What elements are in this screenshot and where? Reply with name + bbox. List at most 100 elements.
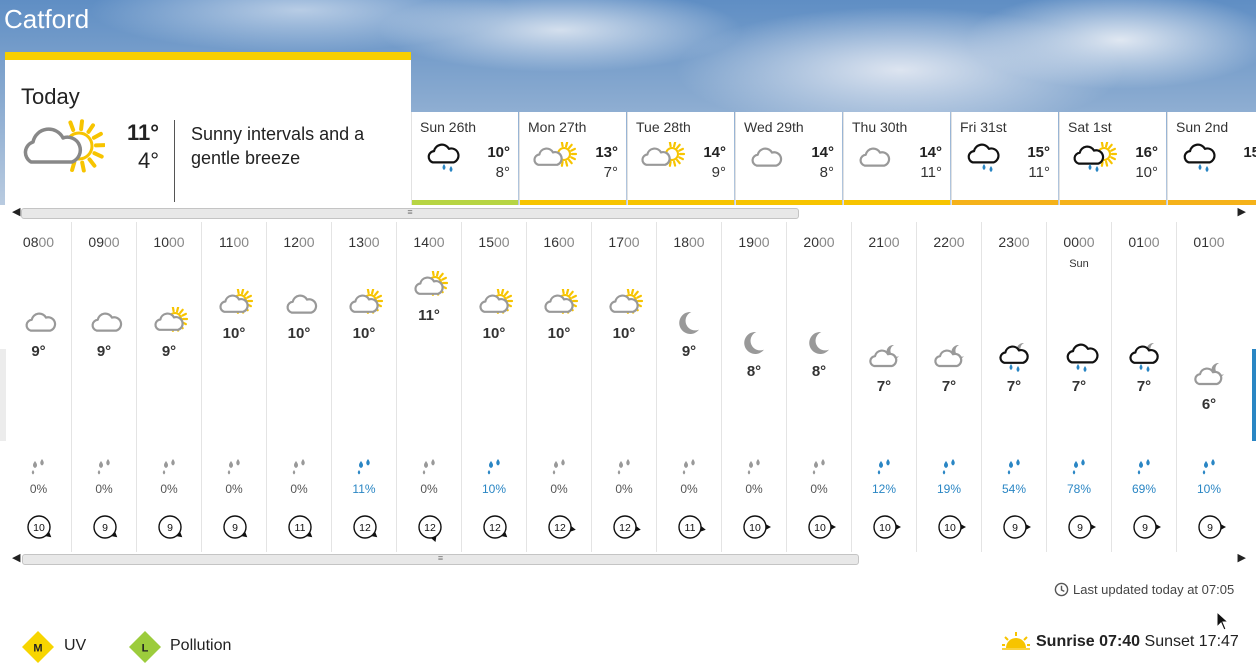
scroll-left-icon[interactable]: ◀ bbox=[12, 205, 20, 218]
svg-text:9: 9 bbox=[1207, 522, 1213, 534]
hour-time-hour: 12 bbox=[283, 234, 299, 250]
mouse-cursor-icon bbox=[1216, 611, 1230, 631]
day-tab[interactable]: Wed 29th 14° 8° bbox=[735, 112, 842, 205]
hour-time: 0900 bbox=[72, 234, 136, 250]
hour-column[interactable]: 2300 7° 54% 9 bbox=[981, 222, 1046, 552]
svg-text:12: 12 bbox=[359, 522, 371, 534]
hour-time-hour: 01 bbox=[1128, 234, 1144, 250]
hour-column[interactable]: 1000 9° 0% 9 bbox=[136, 222, 201, 552]
hour-temp: 10° bbox=[547, 325, 571, 342]
hour-column[interactable]: 0000 Sun 7° 78% 9 bbox=[1046, 222, 1111, 552]
svg-text:9: 9 bbox=[1077, 522, 1083, 534]
raindrops-icon bbox=[747, 459, 760, 475]
wind-speed: 9 bbox=[1130, 512, 1161, 542]
hour-time-minutes: 00 bbox=[819, 234, 835, 250]
pollution-badge[interactable]: L bbox=[128, 630, 162, 664]
hour-column[interactable]: 1300 10° 11% 12 bbox=[331, 222, 396, 552]
hour-temp: 6° bbox=[1201, 396, 1217, 413]
hour-temp: 8° bbox=[811, 363, 827, 380]
page-edge-accent bbox=[1252, 349, 1256, 441]
wind-direction-icon: 9 bbox=[93, 515, 118, 539]
hour-column[interactable]: 0800 9° 0% 10 bbox=[6, 222, 71, 552]
hour-time: 1400 bbox=[397, 234, 461, 250]
wind-speed: 9 bbox=[155, 512, 185, 542]
sunny-intervals-icon bbox=[349, 288, 384, 314]
hour-column[interactable]: 1800 9° 0% 11 bbox=[656, 222, 721, 552]
clear-night-icon bbox=[809, 331, 829, 354]
raindrops-icon bbox=[1072, 459, 1085, 475]
hour-temp: 9° bbox=[161, 343, 177, 360]
raindrops-icon bbox=[97, 459, 110, 475]
hour-column[interactable]: 2200 7° 19% 10 bbox=[916, 222, 981, 552]
clear-night-icon bbox=[679, 311, 699, 334]
day-tab[interactable]: Mon 27th 13° 7° bbox=[519, 112, 626, 205]
wind-speed: 9 bbox=[90, 512, 120, 542]
hourly-scrollbar[interactable]: ◀ ≡ ▶ bbox=[6, 551, 1250, 566]
day-tab[interactable]: Thu 30th 14° 11° bbox=[843, 112, 950, 205]
raindrops-icon bbox=[552, 459, 565, 475]
uv-label[interactable]: UV bbox=[64, 637, 86, 655]
sunny-intervals-icon bbox=[19, 116, 106, 186]
scroll-left-icon[interactable]: ◀ bbox=[12, 551, 20, 564]
wind-direction-icon: 10 bbox=[938, 515, 966, 539]
uv-badge[interactable]: M bbox=[21, 630, 55, 664]
day-tab[interactable]: Sat 1st 16° 10° bbox=[1059, 112, 1166, 205]
day-name: Fri 31st bbox=[960, 119, 1007, 135]
clear-night-icon bbox=[744, 331, 764, 354]
hour-column[interactable]: 2100 7° 12% 10 bbox=[851, 222, 916, 552]
hour-column[interactable]: 1400 11° 0% 12 bbox=[396, 222, 461, 552]
hour-time-hour: 20 bbox=[803, 234, 819, 250]
hour-column[interactable]: 1100 10° 0% 9 bbox=[201, 222, 266, 552]
day-tab[interactable]: Sun 2nd 15° bbox=[1167, 112, 1256, 205]
day-high-temp: 14° bbox=[919, 144, 942, 161]
hour-time: 1900 bbox=[722, 234, 786, 250]
day-tab[interactable]: Fri 31st 15° 11° bbox=[951, 112, 1058, 205]
hour-time-hour: 21 bbox=[868, 234, 884, 250]
hour-column[interactable]: 1700 10° 0% 12 bbox=[591, 222, 656, 552]
hour-column[interactable]: 0900 9° 0% 9 bbox=[71, 222, 136, 552]
hour-column[interactable]: 1500 10° 10% 12 bbox=[461, 222, 526, 552]
day-temperature-bar bbox=[1060, 200, 1166, 205]
raindrops-icon bbox=[617, 459, 630, 475]
scroll-thumb[interactable]: ≡ bbox=[22, 553, 859, 565]
hour-time-minutes: 00 bbox=[1079, 234, 1095, 250]
rain-chance: 0% bbox=[810, 482, 828, 496]
hour-column[interactable]: 0100 7° 69% 9 bbox=[1111, 222, 1176, 552]
wind-speed: 11 bbox=[285, 512, 315, 542]
partly-cloudy-night-icon bbox=[1194, 362, 1224, 386]
svg-text:10: 10 bbox=[944, 522, 956, 534]
partly-cloudy-night-icon bbox=[934, 344, 964, 368]
svg-text:10: 10 bbox=[814, 522, 826, 534]
hour-column[interactable]: 1900 8° 0% 10 bbox=[721, 222, 786, 552]
hour-column[interactable]: 2000 8° 0% 10 bbox=[786, 222, 851, 552]
scroll-thumb[interactable]: ≡ bbox=[21, 207, 799, 219]
day-high-temp: 15° bbox=[1243, 144, 1256, 161]
sunny-intervals-icon bbox=[154, 306, 189, 332]
day-high-temp: 13° bbox=[595, 144, 618, 161]
wind-direction-icon: 12 bbox=[483, 515, 508, 539]
wind-direction-icon: 10 bbox=[743, 515, 771, 539]
hour-column[interactable]: 1200 10° 0% 11 bbox=[266, 222, 331, 552]
hour-column[interactable]: 0100 6° 10% 9 bbox=[1176, 222, 1241, 552]
pollution-label[interactable]: Pollution bbox=[170, 637, 231, 655]
sun-times: Sunrise 07:40 Sunset 17:47 bbox=[1002, 632, 1239, 651]
wind-direction-icon: 9 bbox=[1133, 515, 1161, 539]
daily-scrollbar[interactable]: ◀ ≡ ▶ bbox=[6, 205, 1250, 220]
day-temperature-bar bbox=[736, 200, 842, 205]
wind-speed: 9 bbox=[1065, 512, 1096, 542]
hour-time: 1500 bbox=[462, 234, 526, 250]
scroll-right-icon[interactable]: ▶ bbox=[1238, 205, 1246, 218]
hour-column[interactable]: 1600 10° 0% 12 bbox=[526, 222, 591, 552]
hour-temp: 11° bbox=[418, 307, 440, 324]
hour-time-minutes: 00 bbox=[624, 234, 640, 250]
day-tab[interactable]: Tue 28th 14° 9° bbox=[627, 112, 734, 205]
rain-chance: 0% bbox=[680, 482, 698, 496]
day-tab[interactable]: Sun 26th 10° 8° bbox=[411, 112, 518, 205]
svg-text:10: 10 bbox=[879, 522, 891, 534]
day-high-temp: 10° bbox=[487, 144, 510, 161]
today-card[interactable]: Today 11° 4° Sunny intervals and a gentl… bbox=[5, 52, 411, 205]
hour-time-minutes: 00 bbox=[1014, 234, 1030, 250]
scroll-right-icon[interactable]: ▶ bbox=[1238, 551, 1246, 564]
day-low-temp: 10° bbox=[1135, 164, 1158, 181]
daily-forecast-strip: Sun 26th 10° 8° Mon 27th 13° 7° Tue 28th… bbox=[411, 112, 1256, 205]
